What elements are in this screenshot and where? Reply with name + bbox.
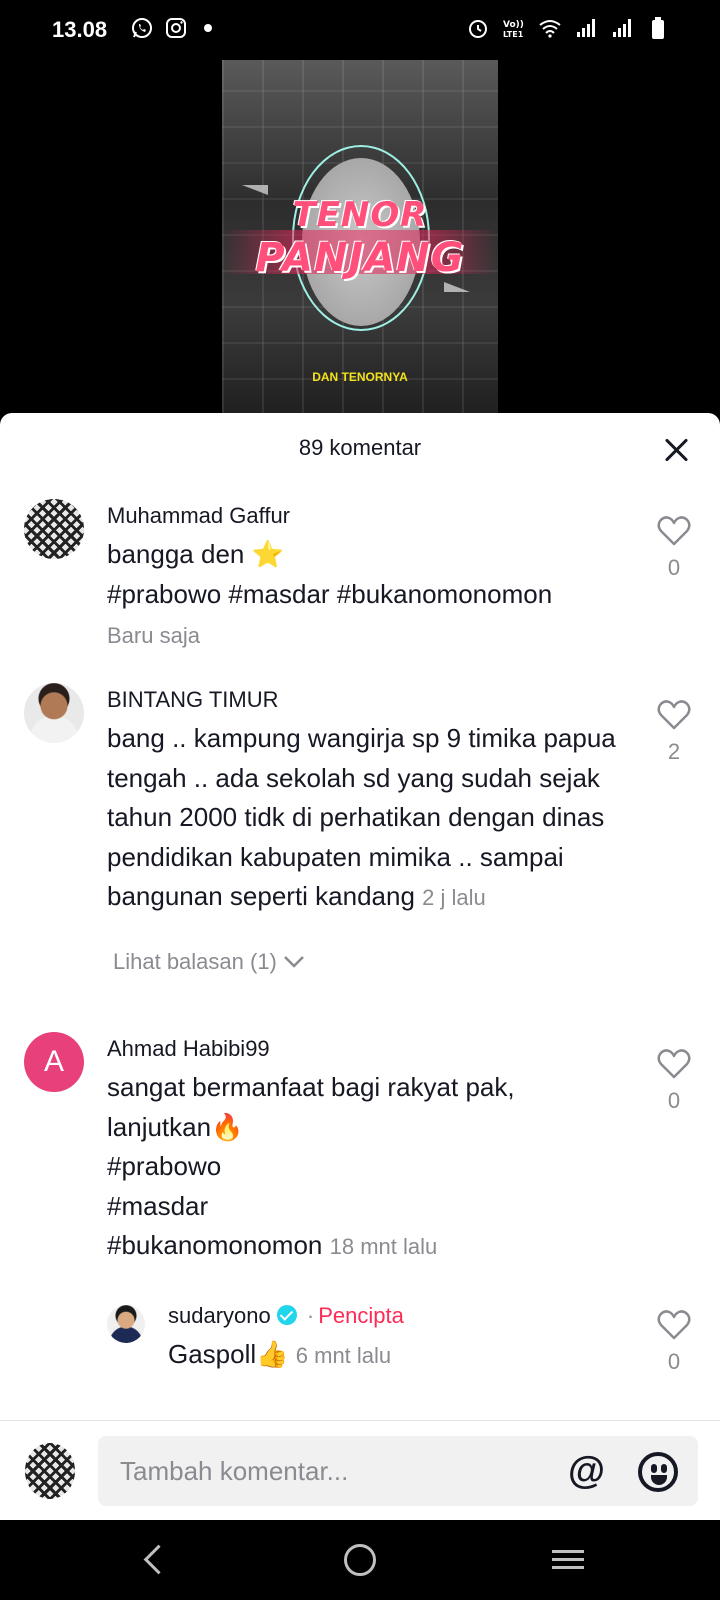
comment-time: 18 mnt lalu — [329, 1234, 438, 1259]
emoji-icon[interactable] — [638, 1452, 678, 1492]
avatar-letter: A — [43, 1045, 64, 1078]
verified-icon — [276, 1305, 297, 1325]
heart-icon — [657, 1049, 691, 1079]
svg-text:LTE1: LTE1 — [503, 30, 524, 39]
comment-text: sangat bermanfaat bagi rakyat pak, lanju… — [107, 1068, 647, 1267]
thumbnail-title-line2: PANJANG — [255, 235, 465, 281]
comment-text-line: sangat bermanfaat bagi rakyat pak, — [107, 1072, 515, 1102]
video-thumbnail[interactable]: TENOR PANJANG DAN TENORNYA — [222, 60, 498, 416]
signal-icon — [613, 19, 631, 37]
like-count: 0 — [667, 1088, 681, 1113]
system-icons: Vo)) LTE1 — [466, 16, 670, 40]
close-icon[interactable] — [658, 431, 696, 469]
comment-item: A Ahmad Habibi99 sangat bermanfaat bagi … — [0, 1016, 720, 1276]
mention-icon[interactable]: @ — [568, 1450, 605, 1492]
home-icon[interactable] — [336, 1536, 384, 1584]
avatar[interactable] — [24, 683, 84, 743]
comment-input-box[interactable]: @ — [98, 1436, 698, 1506]
emoji-mouth — [651, 1475, 667, 1485]
separator-dot: · — [306, 1303, 315, 1328]
avatar[interactable]: A — [24, 1032, 84, 1092]
thumbnail-title-line1: TENOR — [292, 195, 428, 235]
view-replies-label: Lihat balasan (1) — [113, 949, 277, 974]
comments-sheet: 89 komentar Muhammad Gaffur bangga den ⭐… — [0, 413, 720, 1520]
comment-text-body: bang .. kampung wangirja sp 9 timika pap… — [107, 723, 616, 911]
creator-badge: Pencipta — [318, 1303, 404, 1328]
heart-icon — [657, 700, 691, 730]
arrow-decoration — [242, 185, 268, 195]
back-icon[interactable] — [130, 1536, 178, 1584]
view-replies-button[interactable]: Lihat balasan (1) — [113, 949, 305, 975]
reply-text-body: Gaspoll👍 — [168, 1339, 289, 1369]
volte-icon: Vo)) LTE1 — [503, 20, 524, 39]
comments-count-title: 89 komentar — [298, 435, 422, 460]
comment-text: bang .. kampung wangirja sp 9 timika pap… — [107, 719, 627, 918]
comment-time: 2 j lalu — [422, 885, 486, 910]
recents-icon[interactable] — [544, 1536, 592, 1584]
reply-time: 6 mnt lalu — [295, 1343, 392, 1368]
comment-hashtags[interactable]: #prabowo #masdar #bukanomonomon — [107, 575, 667, 615]
status-time: 13.08 — [52, 17, 108, 42]
system-nav-bar — [0, 1520, 720, 1600]
comment-item: BINTANG TIMUR bang .. kampung wangirja s… — [0, 667, 720, 1007]
avatar[interactable] — [24, 499, 84, 559]
comment-item: Muhammad Gaffur bangga den ⭐ #prabowo #m… — [0, 483, 720, 663]
video-player[interactable]: TENOR PANJANG DAN TENORNYA — [0, 60, 720, 420]
whatsapp-icon — [132, 18, 152, 38]
avatar — [25, 1443, 75, 1499]
like-count: 0 — [667, 1349, 681, 1374]
like-button[interactable]: 0 — [654, 1048, 694, 1114]
reply-username[interactable]: sudaryono — [168, 1303, 271, 1328]
instagram-icon — [166, 18, 186, 38]
like-button[interactable]: 2 — [654, 699, 694, 765]
alarm-icon — [469, 20, 487, 38]
like-count: 2 — [667, 739, 681, 764]
signal-icon — [577, 19, 595, 37]
comment-text: bangga den ⭐ #prabowo #masdar #bukanomon… — [107, 535, 667, 614]
arrow-decoration — [444, 282, 470, 292]
avatar[interactable] — [107, 1305, 145, 1343]
heart-icon — [657, 516, 691, 546]
emoji-eye — [661, 1464, 667, 1473]
comment-hashtag[interactable]: #bukanomonomon — [107, 1230, 322, 1260]
chevron-down-icon — [284, 956, 304, 968]
comment-username[interactable]: BINTANG TIMUR — [107, 687, 279, 713]
comment-time: Baru saja — [107, 623, 200, 648]
emoji-eye — [651, 1464, 657, 1473]
like-button[interactable]: 0 — [654, 1309, 694, 1375]
thumbnail-caption: DAN TENORNYA — [312, 370, 408, 384]
reply-header: sudaryono · Pencipta — [168, 1303, 404, 1329]
comment-username[interactable]: Ahmad Habibi99 — [107, 1036, 270, 1062]
comment-hashtag[interactable]: #prabowo — [107, 1147, 647, 1187]
wifi-icon — [539, 20, 561, 38]
comment-text-line: lanjutkan🔥 — [107, 1111, 244, 1142]
comment-input-bar: @ — [0, 1420, 720, 1520]
heart-icon — [657, 1310, 691, 1340]
notification-dot-icon — [204, 24, 212, 32]
reply-text: Gaspoll👍 6 mnt lalu — [168, 1335, 628, 1376]
svg-text:Vo)): Vo)) — [503, 20, 524, 30]
reply-item: sudaryono · Pencipta Gaspoll👍 6 mnt lalu … — [0, 1303, 720, 1403]
like-count: 0 — [667, 555, 681, 580]
status-bar: 13.08 Vo)) LTE1 — [0, 0, 720, 60]
comment-input[interactable] — [120, 1454, 540, 1488]
comment-username[interactable]: Muhammad Gaffur — [107, 503, 290, 529]
battery-icon — [652, 17, 664, 39]
comment-text-line: bangga den ⭐ — [107, 539, 284, 569]
like-button[interactable]: 0 — [654, 515, 694, 581]
comments-header: 89 komentar — [0, 413, 720, 483]
comment-hashtag[interactable]: #masdar — [107, 1187, 647, 1227]
notification-icons — [130, 16, 212, 40]
